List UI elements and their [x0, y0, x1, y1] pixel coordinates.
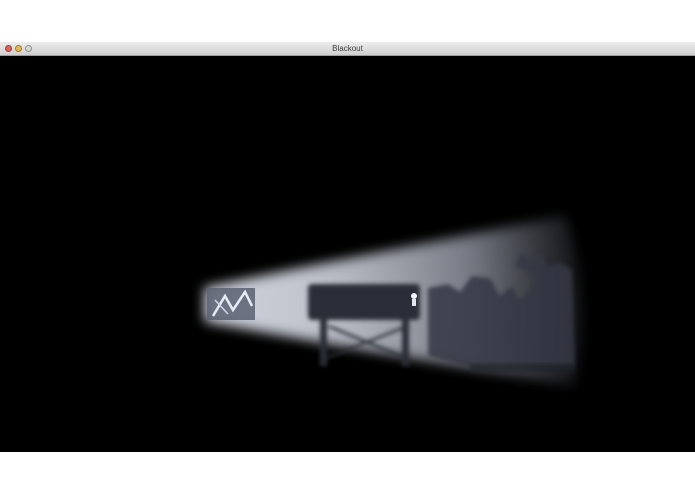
game-viewport[interactable] [0, 56, 695, 452]
game-window: Blackout [0, 42, 695, 452]
ground-strip [470, 364, 575, 372]
window-title: Blackout [332, 44, 363, 53]
page-bottom-margin [0, 452, 695, 494]
game-scene [205, 216, 582, 386]
light-source [207, 288, 255, 320]
window-titlebar: Blackout [0, 42, 695, 56]
